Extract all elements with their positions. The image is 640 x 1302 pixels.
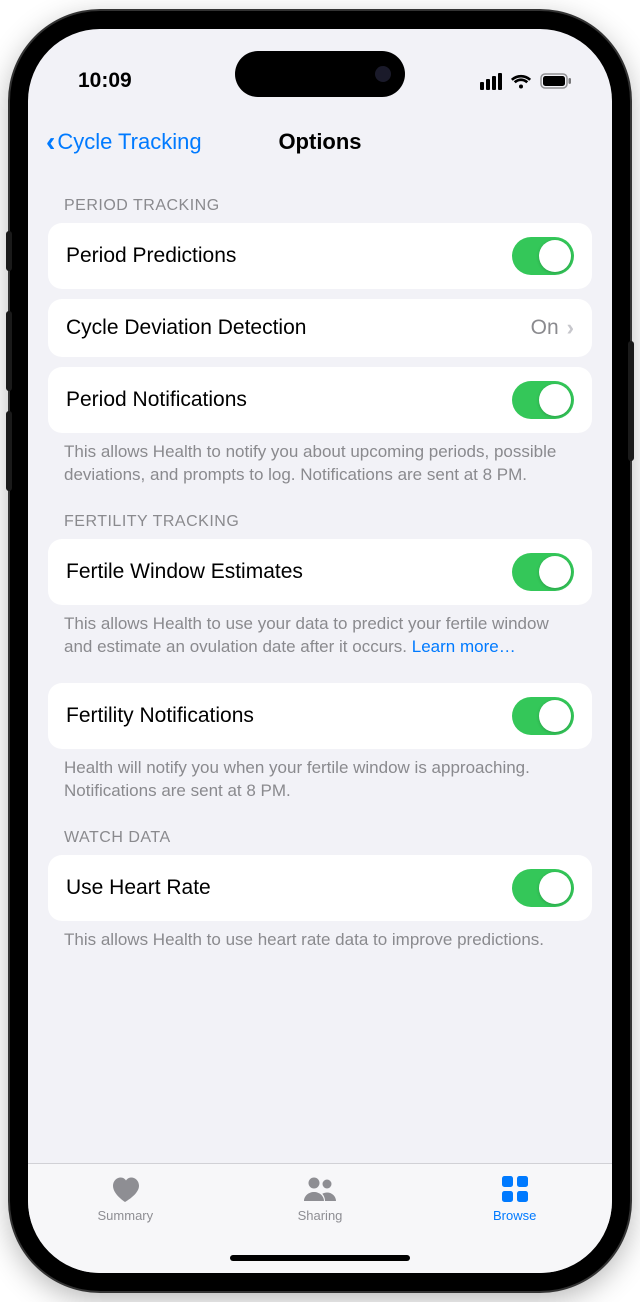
tab-label: Summary: [98, 1208, 154, 1223]
page-title: Options: [278, 129, 361, 155]
section-header-fertility: FERTILITY TRACKING: [48, 487, 592, 539]
status-time: 10:09: [78, 69, 132, 93]
wifi-icon: [510, 73, 532, 89]
dynamic-island: [235, 51, 405, 97]
status-icons: [480, 73, 572, 90]
cell-label: Period Predictions: [66, 244, 236, 268]
cell-period-notifications: Period Notifications: [48, 367, 592, 433]
toggle-fertile-window[interactable]: [512, 553, 574, 591]
heart-icon: [110, 1174, 140, 1204]
cell-label: Period Notifications: [66, 388, 247, 412]
grid-icon: [502, 1174, 528, 1204]
toggle-fertility-notifications[interactable]: [512, 697, 574, 735]
learn-more-link[interactable]: Learn more…: [412, 637, 516, 656]
tab-label: Sharing: [298, 1208, 343, 1223]
toggle-heart-rate[interactable]: [512, 869, 574, 907]
back-label: Cycle Tracking: [57, 129, 201, 155]
back-button[interactable]: ‹ Cycle Tracking: [46, 128, 202, 156]
cell-value: On: [531, 316, 559, 340]
footer-fertile-window: This allows Health to use your data to p…: [48, 605, 592, 659]
cell-label: Use Heart Rate: [66, 876, 211, 900]
cell-fertility-notifications: Fertility Notifications: [48, 683, 592, 749]
section-header-period: PERIOD TRACKING: [48, 171, 592, 223]
cell-period-predictions: Period Predictions: [48, 223, 592, 289]
cell-label: Fertile Window Estimates: [66, 560, 303, 584]
footer-fertility-notifications: Health will notify you when your fertile…: [48, 749, 592, 803]
content: PERIOD TRACKING Period Predictions Cycle…: [28, 171, 612, 1163]
battery-icon: [540, 73, 572, 89]
tab-label: Browse: [493, 1208, 536, 1223]
cell-label: Fertility Notifications: [66, 704, 254, 728]
home-indicator[interactable]: [230, 1255, 410, 1261]
toggle-period-predictions[interactable]: [512, 237, 574, 275]
nav-bar: ‹ Cycle Tracking Options: [28, 113, 612, 171]
footer-period-notifications: This allows Health to notify you about u…: [48, 433, 592, 487]
footer-heart-rate: This allows Health to use heart rate dat…: [48, 921, 592, 952]
people-icon: [302, 1174, 338, 1204]
cell-heart-rate: Use Heart Rate: [48, 855, 592, 921]
cellular-icon: [480, 73, 502, 90]
chevron-left-icon: ‹: [46, 128, 55, 156]
cell-fertile-window: Fertile Window Estimates: [48, 539, 592, 605]
cell-label: Cycle Deviation Detection: [66, 316, 306, 340]
tab-browse[interactable]: Browse: [417, 1174, 612, 1273]
tab-summary[interactable]: Summary: [28, 1174, 223, 1273]
toggle-period-notifications[interactable]: [512, 381, 574, 419]
chevron-right-icon: ›: [567, 315, 574, 341]
section-header-watch: WATCH DATA: [48, 803, 592, 855]
cell-cycle-deviation[interactable]: Cycle Deviation Detection On ›: [48, 299, 592, 357]
